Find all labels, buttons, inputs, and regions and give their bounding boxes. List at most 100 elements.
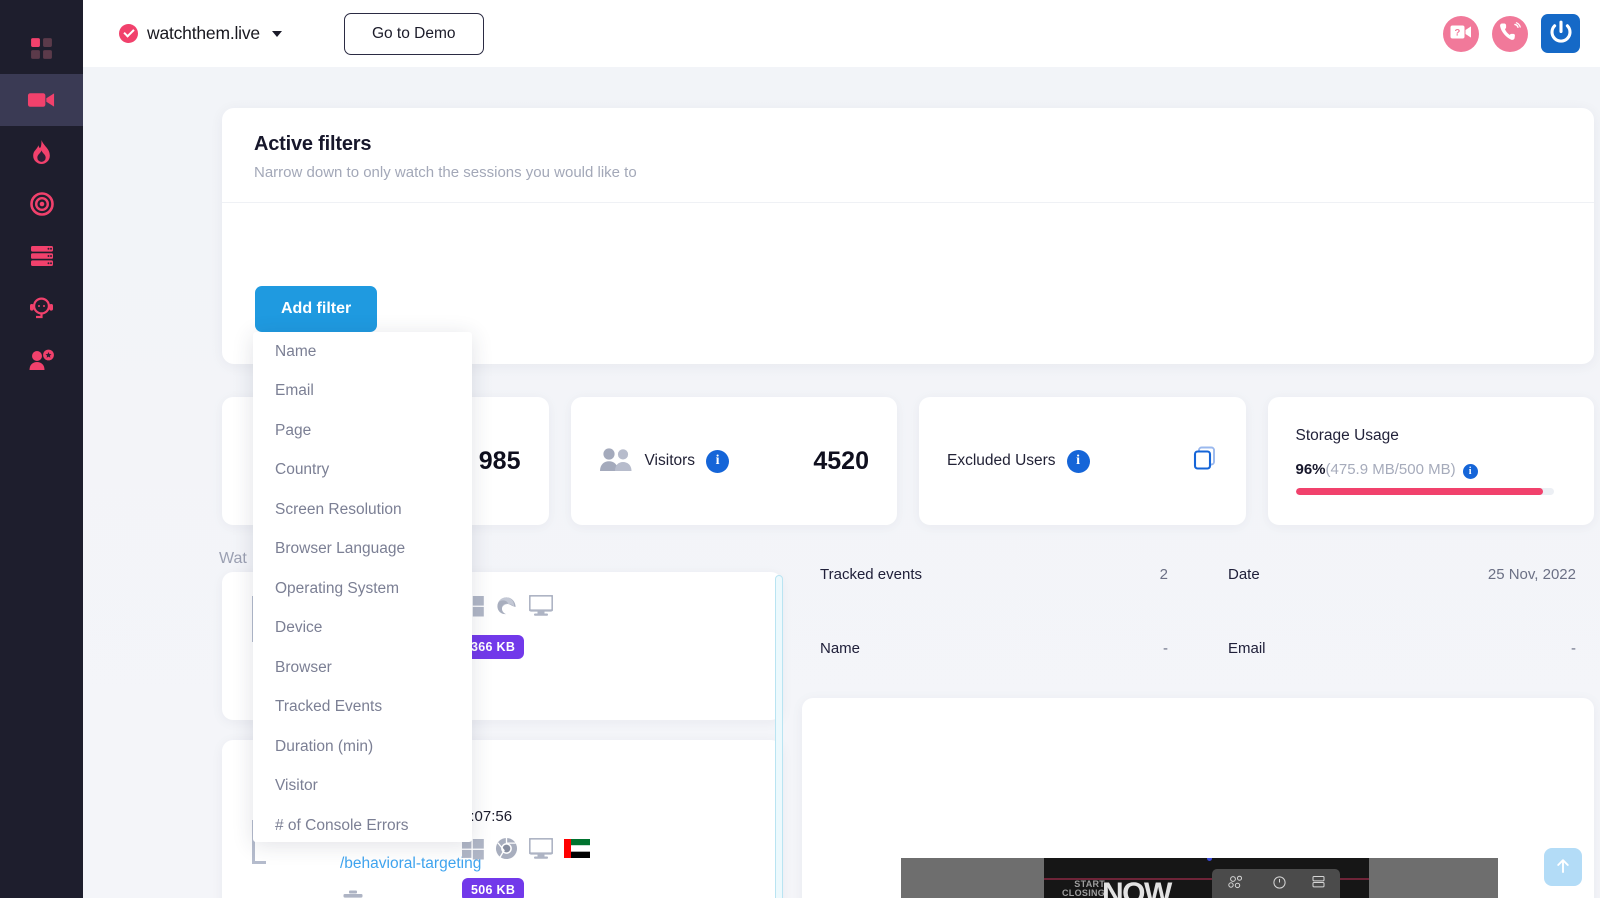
dropdown-item-console-errors[interactable]: # of Console Errors xyxy=(253,806,472,842)
delete-session-button[interactable] xyxy=(342,890,364,898)
arrow-up-icon xyxy=(1554,857,1572,878)
session-2-tech-icons xyxy=(462,837,722,865)
sessions-section-label: Wat xyxy=(219,550,247,567)
storage-title: Storage Usage xyxy=(1295,427,1399,444)
sidebar xyxy=(0,0,83,898)
user-star-icon xyxy=(29,349,55,371)
app-root: watchthem.live Go to Demo ? Active filte… xyxy=(0,0,1600,898)
detail-row-name: Name - xyxy=(820,611,1168,685)
dropdown-item-duration[interactable]: Duration (min) xyxy=(253,727,472,767)
dropdown-item-device[interactable]: Device xyxy=(253,609,472,649)
session-1-meta: 366 KB xyxy=(462,582,722,659)
stat-excluded-label: Excluded Users xyxy=(947,452,1056,469)
dropdown-item-operating-system[interactable]: Operating System xyxy=(253,569,472,609)
stat-visitors-left: Visitors i xyxy=(599,446,730,477)
sidebar-item-data[interactable] xyxy=(0,230,83,282)
topbar-actions: ? xyxy=(1443,14,1580,53)
storage-info-icon[interactable]: i xyxy=(1462,464,1478,479)
page-subtitle: Narrow down to only watch the sessions y… xyxy=(254,164,637,181)
pill-col-3: 3 DATABASES 100M CONTACTS xyxy=(1302,875,1335,898)
video-camera-icon xyxy=(27,89,56,111)
excluded-users-info-icon[interactable]: i xyxy=(1066,449,1090,473)
detail-key: Email xyxy=(1228,639,1266,657)
player-headline-big: NOW xyxy=(1102,877,1172,898)
detail-value: 2 xyxy=(1159,565,1168,583)
detail-key: Date xyxy=(1228,565,1260,583)
target-icon xyxy=(29,192,54,216)
sidebar-item-goals[interactable] xyxy=(0,178,83,230)
verified-check-icon xyxy=(119,24,138,43)
dropdown-item-browser-language[interactable]: Browser Language xyxy=(253,530,472,570)
storage-detail: (475.9 MB/500 MB) xyxy=(1325,461,1456,478)
add-filter-button[interactable]: Add filter xyxy=(255,286,378,332)
pill-col-2: 10 YEARS IN BUSINESS xyxy=(1267,875,1292,898)
dropdown-item-name[interactable]: Name xyxy=(253,332,472,372)
scroll-to-top-button[interactable] xyxy=(1544,848,1582,886)
player-headline-small: START CLOSING DEALS xyxy=(1062,879,1106,898)
session-size-badge: 506 KB xyxy=(462,878,525,898)
dropdown-item-browser[interactable]: Browser xyxy=(253,648,472,688)
dropdown-item-tracked-events[interactable]: Tracked Events xyxy=(253,688,472,728)
pill-col-1: 160+ US SALES EXECUTIVES xyxy=(1217,875,1256,898)
dropdown-item-email[interactable]: Email xyxy=(253,372,472,412)
brand-selector[interactable]: watchthem.live xyxy=(119,23,282,44)
stat-visitors-value: 4520 xyxy=(813,446,869,475)
page-title: Active filters xyxy=(254,133,372,155)
active-filters-card: Active filters Narrow down to only watch… xyxy=(222,108,1594,364)
active-filters-header: Active filters Narrow down to only watch… xyxy=(222,108,1594,203)
stat-excluded-left: Excluded Users i xyxy=(947,449,1090,473)
flame-icon xyxy=(31,139,52,165)
session-player-frame: START CLOSING DEALS NOW Lead generation … xyxy=(901,858,1498,898)
call-support-button[interactable] xyxy=(1492,15,1528,52)
storage-values: 96% (475.9 MB/500 MB) i xyxy=(1296,461,1478,479)
session-duration: 0:07:56 xyxy=(462,808,513,825)
detail-key: Tracked events xyxy=(820,565,922,583)
sidebar-item-heatmaps[interactable] xyxy=(0,126,83,178)
session-1-tech-icons xyxy=(462,594,722,622)
video-question-icon: ? xyxy=(1450,24,1472,43)
dropdown-item-country[interactable]: Country xyxy=(253,451,472,491)
session-detail-grid: Tracked events 2 Date 25 Nov, 2022 Name … xyxy=(802,537,1594,685)
visitors-info-icon[interactable]: i xyxy=(706,449,730,473)
topbar: watchthem.live Go to Demo ? xyxy=(83,0,1600,67)
stat-card-excluded-users: Excluded Users i xyxy=(919,397,1246,525)
chrome-icon xyxy=(495,837,518,865)
session-player-card[interactable]: START CLOSING DEALS NOW Lead generation … xyxy=(802,698,1594,898)
dropdown-item-visitor[interactable]: Visitor xyxy=(253,767,472,807)
sidebar-item-support[interactable] xyxy=(0,282,83,334)
desktop-icon xyxy=(528,837,554,864)
server-icon xyxy=(30,245,54,267)
power-button[interactable] xyxy=(1541,14,1580,53)
dropdown-item-screen-resolution[interactable]: Screen Resolution xyxy=(253,490,472,530)
detail-row-tracked-events: Tracked events 2 xyxy=(820,537,1168,611)
copy-excluded-users-button[interactable] xyxy=(1192,445,1218,478)
stat-card-visitors: Visitors i 4520 xyxy=(570,397,897,525)
edge-icon xyxy=(495,594,518,622)
session-player-content: START CLOSING DEALS NOW Lead generation … xyxy=(1044,858,1369,898)
chevron-down-icon[interactable] xyxy=(271,30,282,37)
copy-icon xyxy=(1192,446,1218,477)
content-area: Active filters Narrow down to only watch… xyxy=(83,67,1600,898)
session-2-meta: 0:07:56 506 KB xyxy=(462,808,722,898)
dropdown-item-page[interactable]: Page xyxy=(253,411,472,451)
stat-visitors-label: Visitors xyxy=(644,452,696,469)
sessions-list-scrollbar[interactable] xyxy=(775,575,783,898)
session-page-url[interactable]: /behavioral-targeting xyxy=(340,855,481,873)
detail-value: 25 Nov, 2022 xyxy=(1487,565,1576,583)
help-video-button[interactable]: ? xyxy=(1443,15,1479,52)
go-to-demo-button[interactable]: Go to Demo xyxy=(343,12,484,55)
detail-value: - xyxy=(1163,639,1168,657)
sidebar-item-dashboard[interactable] xyxy=(0,22,83,74)
desktop-icon xyxy=(528,594,554,621)
replay-cursor-icon xyxy=(1207,858,1212,861)
sidebar-item-session-recordings[interactable] xyxy=(0,74,83,126)
detail-row-date: Date 25 Nov, 2022 xyxy=(1228,537,1576,611)
headset-icon xyxy=(29,296,54,320)
storage-percent: 96% xyxy=(1295,461,1326,478)
storage-progress-bar xyxy=(1295,488,1554,495)
stat-card-storage: Storage Usage 96% (475.9 MB/500 MB) i xyxy=(1267,397,1594,525)
main-column: watchthem.live Go to Demo ? Active filte… xyxy=(83,0,1600,898)
player-stats-pill: 160+ US SALES EXECUTIVES 10 YEARS IN BUS… xyxy=(1212,869,1340,898)
phone-ring-icon xyxy=(1499,22,1521,45)
sidebar-item-users[interactable] xyxy=(0,334,83,386)
